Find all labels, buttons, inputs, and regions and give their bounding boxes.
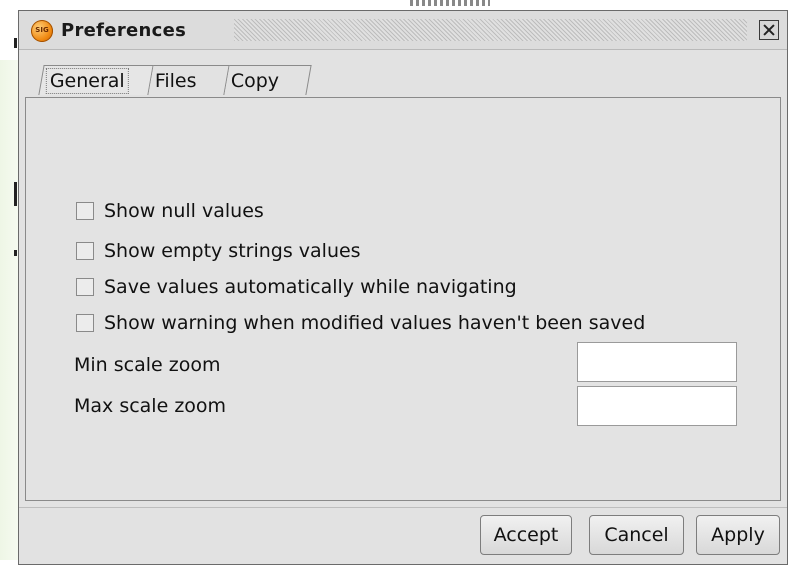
tab-files[interactable]: Files	[148, 65, 230, 95]
general-panel: Show null values Show empty strings valu…	[25, 97, 781, 501]
background-mark	[14, 38, 17, 48]
button-bar-divider	[19, 507, 787, 508]
min-scale-zoom-input[interactable]	[577, 342, 737, 382]
checkbox-label: Show warning when modified values haven'…	[104, 312, 646, 334]
dialog-title: Preferences	[61, 20, 187, 41]
max-scale-zoom-label: Max scale zoom	[74, 395, 227, 417]
cancel-button[interactable]: Cancel	[589, 515, 684, 555]
app-logo-icon: SIG	[31, 20, 53, 42]
save-automatically-checkbox[interactable]	[76, 278, 94, 296]
checkbox-label: Show null values	[104, 200, 264, 222]
background-mark	[14, 250, 17, 256]
title-bar-drag-area[interactable]	[234, 19, 747, 41]
preferences-dialog: SIG Preferences General Files Copy Show …	[18, 10, 788, 565]
show-null-checkbox[interactable]	[76, 202, 94, 220]
tab-general[interactable]: General	[38, 65, 154, 95]
checkbox-row-save-auto[interactable]: Save values automatically while navigati…	[76, 274, 517, 300]
max-scale-zoom-input[interactable]	[577, 386, 737, 426]
tab-copy[interactable]: Copy	[224, 65, 312, 95]
checkbox-label: Show empty strings values	[104, 240, 361, 262]
show-empty-strings-checkbox[interactable]	[76, 242, 94, 260]
accept-button[interactable]: Accept	[480, 515, 572, 555]
title-bar[interactable]: SIG Preferences	[19, 11, 787, 50]
checkbox-label: Save values automatically while navigati…	[104, 276, 517, 298]
background-mark	[14, 182, 17, 206]
apply-button[interactable]: Apply	[696, 515, 780, 555]
checkbox-row-show-empty[interactable]: Show empty strings values	[76, 238, 361, 264]
show-warning-checkbox[interactable]	[76, 314, 94, 332]
checkbox-row-show-null[interactable]: Show null values	[76, 198, 264, 224]
background-text-fragment	[410, 0, 490, 6]
checkbox-row-show-warning[interactable]: Show warning when modified values haven'…	[76, 310, 645, 336]
close-icon[interactable]	[759, 20, 779, 40]
min-scale-zoom-label: Min scale zoom	[74, 354, 221, 376]
